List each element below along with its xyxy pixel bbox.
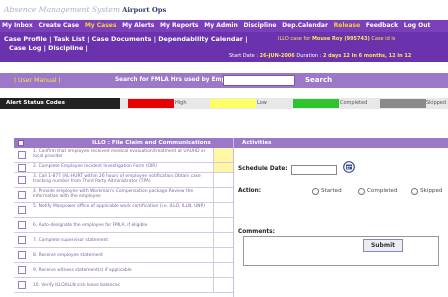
app-header: Absence Management System Airport Ops [0, 0, 448, 20]
nav-discipline[interactable]: Discipline [241, 20, 278, 32]
low-swatch [210, 99, 256, 108]
task-checkbox[interactable] [18, 176, 26, 184]
alert-status-title: Alert Status Codes [0, 98, 120, 109]
action-label: Action: [238, 188, 262, 194]
nav-my-admin[interactable]: My Admin [202, 20, 240, 32]
app-title: Absence Management System Airport Ops [4, 5, 167, 14]
task-status [213, 218, 233, 232]
task-checkbox[interactable] [18, 281, 26, 289]
activities-panel: Activities [233, 138, 448, 297]
task-status [213, 278, 233, 292]
task-row[interactable]: 2. Complete Employee Incident Investigat… [14, 163, 233, 173]
submit-button[interactable]: Submit [363, 239, 403, 252]
task-status-low [213, 163, 233, 172]
schedule-date-input[interactable] [291, 165, 337, 175]
task-row[interactable]: 1. Confirm that employee received medica… [14, 148, 233, 163]
employee-search-input[interactable] [223, 75, 295, 86]
alert-status-legend: Alert Status Codes High Low Completed Sk… [0, 98, 448, 109]
task-checkbox[interactable] [18, 266, 26, 274]
employee-name: Mouse Roy (995743) [311, 36, 370, 42]
nav-log-out[interactable]: Log Out [402, 20, 433, 32]
case-info: ILLO case for Mouse Roy (995743) Case id… [278, 36, 396, 42]
task-row[interactable]: 6. Auto-designate the employee for FMLA,… [14, 218, 233, 233]
skipped-label: Skipped [426, 100, 447, 106]
activities-header: Activities [234, 138, 448, 148]
task-status [213, 263, 233, 277]
task-checkbox[interactable] [18, 191, 26, 199]
completed-label: Completed [340, 100, 368, 106]
task-checkbox[interactable] [18, 236, 26, 244]
started-radio[interactable] [312, 188, 319, 195]
task-status [213, 203, 233, 217]
task-row[interactable]: 5. Notify Manpower office of applicable … [14, 203, 233, 218]
nav-create-case[interactable]: Create Case [36, 20, 81, 32]
task-row[interactable]: 10. Verify ILLO/ILLN sick leave balances [14, 278, 233, 293]
high-swatch [128, 99, 174, 108]
task-checkbox[interactable] [18, 221, 26, 229]
task-row[interactable]: 8. Receive employee statement [14, 248, 233, 263]
task-status [213, 188, 233, 202]
skipped-swatch [380, 99, 426, 108]
calendar-icon[interactable] [343, 161, 355, 173]
task-checkbox[interactable] [18, 163, 26, 172]
skipped-radio[interactable] [411, 188, 418, 195]
task-row[interactable]: 7. Complete supervisor statement [14, 233, 233, 248]
search-bar: | User Manual | Search for FMLA Hrs used… [0, 73, 448, 88]
start-date: 26-JUN-2006 [259, 53, 295, 59]
task-row[interactable]: 4. Provide employee with Workman's Compe… [14, 188, 233, 203]
nav-my-cases[interactable]: My Cases [83, 20, 119, 32]
main-nav: My Inbox Create Case My Cases My Alerts … [0, 20, 448, 32]
search-button[interactable]: Search [305, 76, 332, 84]
start-date-info: Start Date : 26-JUN-2006 Duration : 2 da… [229, 53, 412, 59]
completed-swatch [293, 99, 339, 108]
task-status [213, 233, 233, 247]
task-list-header: ILLO : File Claim and Communications [14, 138, 233, 148]
started-radio-label: Started [321, 188, 342, 194]
task-list-panel: ILLO : File Claim and Communications 1. … [14, 138, 233, 297]
nav-my-reports[interactable]: My Reports [158, 20, 200, 32]
comments-label: Comments: [238, 229, 275, 235]
task-row[interactable]: 9. Receive witness statement(s) if appli… [14, 263, 233, 278]
case-links-row-1[interactable]: Case Profile | Task List | Case Document… [4, 35, 248, 43]
comments-textarea[interactable] [243, 236, 439, 266]
schedule-date-label: Schedule Date: [238, 166, 288, 172]
task-status-low [213, 148, 233, 162]
nav-my-inbox[interactable]: My Inbox [0, 20, 35, 32]
case-subnav: Case Profile | Task List | Case Document… [0, 32, 448, 62]
task-row[interactable]: 3. Call 1-877 (AL-HURT within 26 hours o… [14, 173, 233, 188]
skipped-radio-label: Skipped [420, 188, 443, 194]
completed-radio-label: Completed [367, 188, 398, 194]
nav-dep-calendar[interactable]: Dep.Calendar [280, 20, 330, 32]
user-manual-link[interactable]: | User Manual | [14, 77, 61, 84]
nav-release[interactable]: Release [332, 20, 363, 32]
module-name: Airport Ops [122, 6, 167, 14]
nav-feedback[interactable]: Feedback [364, 20, 400, 32]
nav-my-alerts[interactable]: My Alerts [120, 20, 156, 32]
task-checkbox[interactable] [18, 251, 26, 259]
low-label: Low [257, 100, 267, 106]
case-links-row-2[interactable]: Case Log | Discipline | [9, 44, 88, 52]
completed-radio[interactable] [358, 188, 365, 195]
task-checkbox[interactable] [18, 151, 26, 159]
task-status [213, 248, 233, 262]
task-checkbox[interactable] [18, 206, 26, 214]
high-label: High [175, 100, 187, 106]
select-all-checkbox[interactable] [18, 140, 24, 146]
duration-value: 2 days 12 in 6 months, 12 in 12 [322, 53, 412, 59]
task-status [213, 173, 233, 187]
